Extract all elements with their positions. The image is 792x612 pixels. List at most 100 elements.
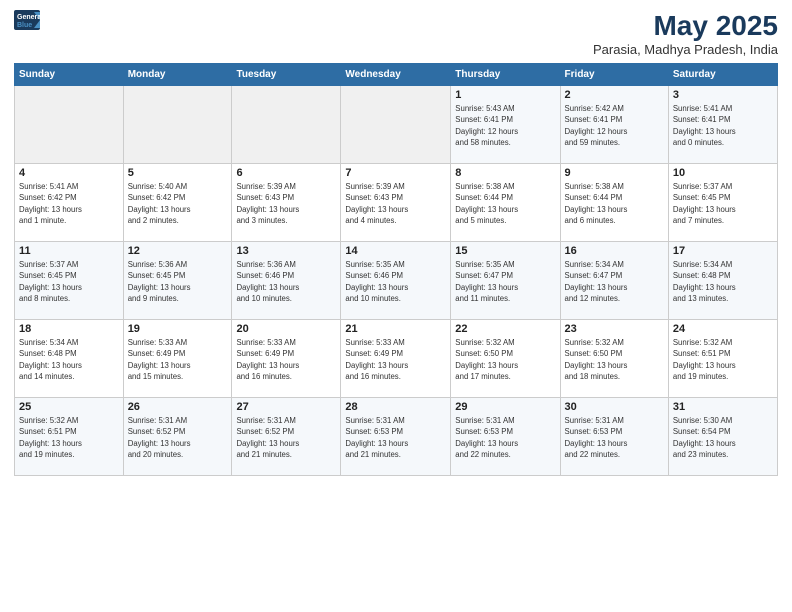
table-row: 24 Sunrise: 5:32 AM Sunset: 6:51 PM Dayli…: [668, 320, 777, 398]
day-number: 4: [19, 167, 119, 179]
table-row: 15 Sunrise: 5:35 AM Sunset: 6:47 PM Dayli…: [451, 242, 560, 320]
table-row: [123, 86, 232, 164]
table-row: 5 Sunrise: 5:40 AM Sunset: 6:42 PM Daylig…: [123, 164, 232, 242]
svg-text:Blue: Blue: [17, 22, 32, 29]
calendar-body: 1 Sunrise: 5:43 AM Sunset: 6:41 PM Daylig…: [15, 86, 778, 476]
day-info: Sunrise: 5:34 AM Sunset: 6:47 PM Dayligh…: [565, 259, 664, 304]
day-info: Sunrise: 5:34 AM Sunset: 6:48 PM Dayligh…: [19, 337, 119, 382]
calendar-header: Sunday Monday Tuesday Wednesday Thursday…: [15, 64, 778, 86]
col-monday: Monday: [123, 64, 232, 86]
day-info: Sunrise: 5:34 AM Sunset: 6:48 PM Dayligh…: [673, 259, 773, 304]
day-number: 5: [128, 167, 228, 179]
day-number: 15: [455, 245, 555, 257]
col-wednesday: Wednesday: [341, 64, 451, 86]
day-number: 16: [565, 245, 664, 257]
day-number: 2: [565, 89, 664, 101]
day-number: 23: [565, 323, 664, 335]
day-info: Sunrise: 5:35 AM Sunset: 6:47 PM Dayligh…: [455, 259, 555, 304]
day-info: Sunrise: 5:43 AM Sunset: 6:41 PM Dayligh…: [455, 103, 555, 148]
day-number: 22: [455, 323, 555, 335]
week-row-4: 18 Sunrise: 5:34 AM Sunset: 6:48 PM Dayli…: [15, 320, 778, 398]
day-number: 19: [128, 323, 228, 335]
day-number: 25: [19, 401, 119, 413]
col-thursday: Thursday: [451, 64, 560, 86]
day-info: Sunrise: 5:38 AM Sunset: 6:44 PM Dayligh…: [455, 181, 555, 226]
day-info: Sunrise: 5:33 AM Sunset: 6:49 PM Dayligh…: [345, 337, 446, 382]
day-info: Sunrise: 5:41 AM Sunset: 6:41 PM Dayligh…: [673, 103, 773, 148]
day-number: 28: [345, 401, 446, 413]
logo-icon: General Blue: [14, 10, 42, 32]
day-info: Sunrise: 5:32 AM Sunset: 6:51 PM Dayligh…: [673, 337, 773, 382]
title-block: May 2025 Parasia, Madhya Pradesh, India: [593, 10, 778, 57]
page: General Blue May 2025 Parasia, Madhya Pr…: [0, 0, 792, 612]
day-number: 10: [673, 167, 773, 179]
table-row: 25 Sunrise: 5:32 AM Sunset: 6:51 PM Dayli…: [15, 398, 124, 476]
day-number: 17: [673, 245, 773, 257]
table-row: 26 Sunrise: 5:31 AM Sunset: 6:52 PM Dayli…: [123, 398, 232, 476]
day-info: Sunrise: 5:41 AM Sunset: 6:42 PM Dayligh…: [19, 181, 119, 226]
logo: General Blue: [14, 10, 44, 32]
day-info: Sunrise: 5:32 AM Sunset: 6:50 PM Dayligh…: [455, 337, 555, 382]
table-row: 12Sunrise: 5:36 AM Sunset: 6:45 PM Dayli…: [123, 242, 232, 320]
table-row: 6 Sunrise: 5:39 AM Sunset: 6:43 PM Daylig…: [232, 164, 341, 242]
table-row: 9 Sunrise: 5:38 AM Sunset: 6:44 PM Daylig…: [560, 164, 668, 242]
day-info: Sunrise: 5:32 AM Sunset: 6:51 PM Dayligh…: [19, 415, 119, 460]
day-number: 9: [565, 167, 664, 179]
day-number: 31: [673, 401, 773, 413]
day-number: 1: [455, 89, 555, 101]
table-row: 4 Sunrise: 5:41 AM Sunset: 6:42 PM Daylig…: [15, 164, 124, 242]
table-row: 21 Sunrise: 5:33 AM Sunset: 6:49 PM Dayli…: [341, 320, 451, 398]
day-number: 13: [236, 245, 336, 257]
table-row: 2 Sunrise: 5:42 AM Sunset: 6:41 PM Daylig…: [560, 86, 668, 164]
day-info: Sunrise: 5:36 AM Sunset: 6:46 PM Dayligh…: [236, 259, 336, 304]
day-info: Sunrise: 5:42 AM Sunset: 6:41 PM Dayligh…: [565, 103, 664, 148]
col-sunday: Sunday: [15, 64, 124, 86]
day-number: 6: [236, 167, 336, 179]
day-info: Sunrise: 5:37 AM Sunset: 6:45 PM Dayligh…: [19, 259, 119, 304]
day-info: Sunrise: 5:32 AM Sunset: 6:50 PM Dayligh…: [565, 337, 664, 382]
day-info: Sunrise: 5:35 AM Sunset: 6:46 PM Dayligh…: [345, 259, 446, 304]
subtitle: Parasia, Madhya Pradesh, India: [593, 42, 778, 57]
table-row: 14 Sunrise: 5:35 AM Sunset: 6:46 PM Dayli…: [341, 242, 451, 320]
day-number: 14: [345, 245, 446, 257]
table-row: 31 Sunrise: 5:30 AM Sunset: 6:54 PM Dayli…: [668, 398, 777, 476]
day-number: 18: [19, 323, 119, 335]
table-row: 13 Sunrise: 5:36 AM Sunset: 6:46 PM Dayli…: [232, 242, 341, 320]
table-row: 28 Sunrise: 5:31 AM Sunset: 6:53 PM Dayli…: [341, 398, 451, 476]
table-row: 20 Sunrise: 5:33 AM Sunset: 6:49 PM Dayli…: [232, 320, 341, 398]
header: General Blue May 2025 Parasia, Madhya Pr…: [14, 10, 778, 57]
day-number: 7: [345, 167, 446, 179]
col-friday: Friday: [560, 64, 668, 86]
day-info: Sunrise: 5:39 AM Sunset: 6:43 PM Dayligh…: [236, 181, 336, 226]
table-row: 3Sunrise: 5:41 AM Sunset: 6:41 PM Daylig…: [668, 86, 777, 164]
day-info: Sunrise: 5:31 AM Sunset: 6:53 PM Dayligh…: [565, 415, 664, 460]
day-info: Sunrise: 5:31 AM Sunset: 6:52 PM Dayligh…: [128, 415, 228, 460]
day-number: 30: [565, 401, 664, 413]
day-info: Sunrise: 5:31 AM Sunset: 6:52 PM Dayligh…: [236, 415, 336, 460]
table-row: 27 Sunrise: 5:31 AM Sunset: 6:52 PM Dayli…: [232, 398, 341, 476]
day-info: Sunrise: 5:38 AM Sunset: 6:44 PM Dayligh…: [565, 181, 664, 226]
day-info: Sunrise: 5:31 AM Sunset: 6:53 PM Dayligh…: [345, 415, 446, 460]
day-number: 20: [236, 323, 336, 335]
day-info: Sunrise: 5:31 AM Sunset: 6:53 PM Dayligh…: [455, 415, 555, 460]
table-row: 29Sunrise: 5:31 AM Sunset: 6:53 PM Dayli…: [451, 398, 560, 476]
day-number: 27: [236, 401, 336, 413]
calendar-table: Sunday Monday Tuesday Wednesday Thursday…: [14, 63, 778, 476]
table-row: 22 Sunrise: 5:32 AM Sunset: 6:50 PM Dayli…: [451, 320, 560, 398]
col-tuesday: Tuesday: [232, 64, 341, 86]
day-info: Sunrise: 5:39 AM Sunset: 6:43 PM Dayligh…: [345, 181, 446, 226]
day-number: 24: [673, 323, 773, 335]
day-number: 26: [128, 401, 228, 413]
day-number: 11: [19, 245, 119, 257]
table-row: 17 Sunrise: 5:34 AM Sunset: 6:48 PM Dayli…: [668, 242, 777, 320]
day-info: Sunrise: 5:30 AM Sunset: 6:54 PM Dayligh…: [673, 415, 773, 460]
day-info: Sunrise: 5:37 AM Sunset: 6:45 PM Dayligh…: [673, 181, 773, 226]
day-number: 21: [345, 323, 446, 335]
svg-text:General: General: [17, 14, 42, 21]
day-info: Sunrise: 5:40 AM Sunset: 6:42 PM Dayligh…: [128, 181, 228, 226]
day-info: Sunrise: 5:33 AM Sunset: 6:49 PM Dayligh…: [236, 337, 336, 382]
main-title: May 2025: [593, 10, 778, 42]
col-saturday: Saturday: [668, 64, 777, 86]
header-row: Sunday Monday Tuesday Wednesday Thursday…: [15, 64, 778, 86]
table-row: 7 Sunrise: 5:39 AM Sunset: 6:43 PM Daylig…: [341, 164, 451, 242]
